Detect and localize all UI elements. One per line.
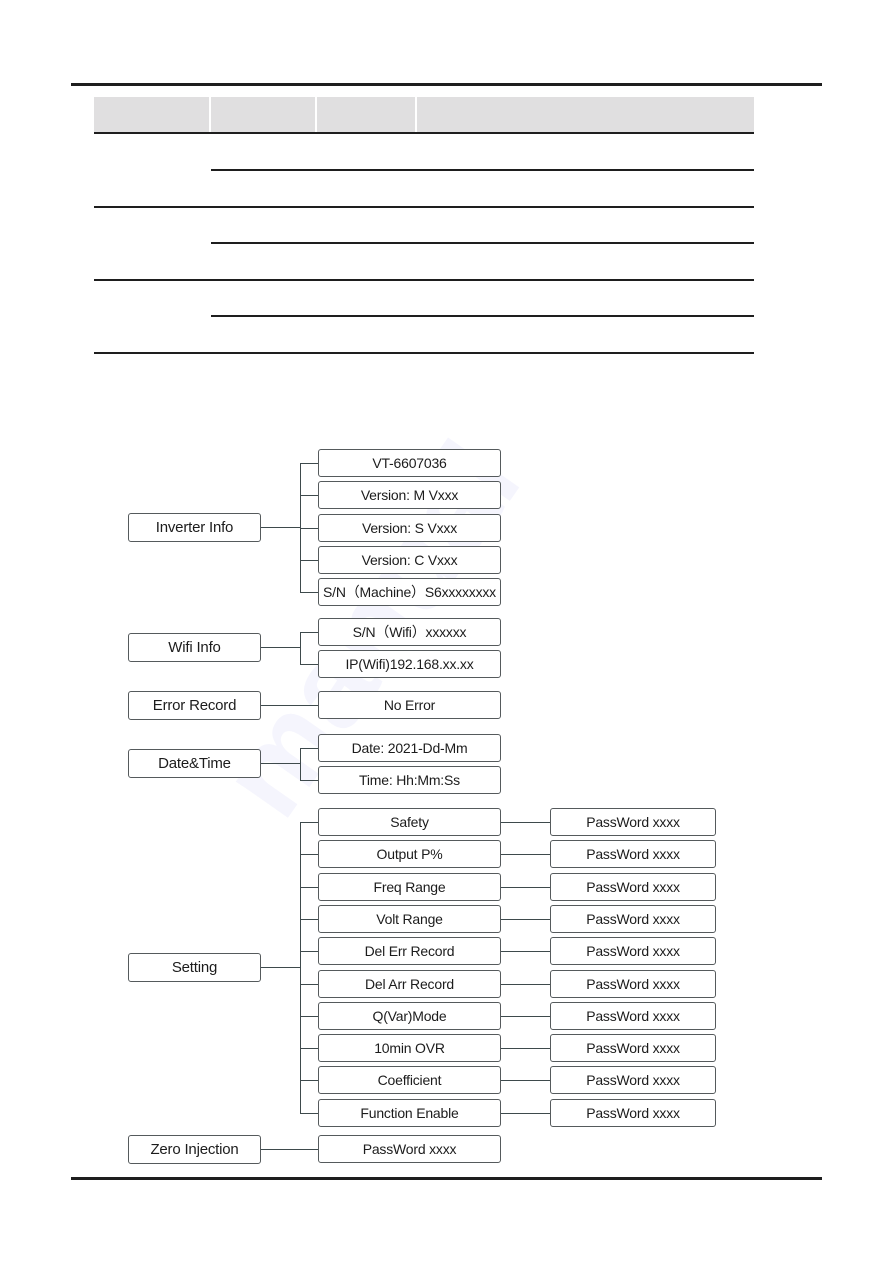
connector-line: [501, 1016, 550, 1017]
connector-line: [300, 780, 318, 781]
connector-line: [300, 1016, 318, 1017]
password-node[interactable]: PassWord xxxx: [550, 808, 716, 836]
connector-line: [501, 1080, 550, 1081]
connector-line: [261, 967, 300, 968]
connector-line: [261, 763, 300, 764]
connector-line: [261, 527, 300, 528]
table-row-divider: [94, 132, 754, 134]
connector-line: [300, 528, 318, 529]
password-node[interactable]: PassWord xxxx: [550, 905, 716, 933]
connector-line: [300, 951, 318, 952]
connector-line: [501, 951, 550, 952]
submenu-node[interactable]: IP(Wifi)192.168.xx.xx: [318, 650, 501, 678]
submenu-node[interactable]: PassWord xxxx: [318, 1135, 501, 1163]
submenu-node[interactable]: No Error: [318, 691, 501, 719]
menu-node-error-record[interactable]: Error Record: [128, 691, 261, 720]
connector-line: [300, 1113, 318, 1114]
connector-line: [261, 647, 300, 648]
connector-line: [501, 822, 550, 823]
connector-line: [300, 1048, 318, 1049]
submenu-node[interactable]: Q(Var)Mode: [318, 1002, 501, 1030]
connector-line: [300, 854, 318, 855]
connector-line: [300, 664, 318, 665]
password-node[interactable]: PassWord xxxx: [550, 873, 716, 901]
connector-line: [300, 919, 318, 920]
submenu-node[interactable]: VT-6607036: [318, 449, 501, 477]
connector-trunk: [300, 822, 301, 1113]
connector-line: [300, 560, 318, 561]
submenu-node[interactable]: S/N（Wifi）xxxxxx: [318, 618, 501, 646]
connector-line: [300, 748, 318, 749]
menu-node-setting[interactable]: Setting: [128, 953, 261, 982]
submenu-node[interactable]: Version: C Vxxx: [318, 546, 501, 574]
connector-line: [501, 1048, 550, 1049]
submenu-node[interactable]: Freq Range: [318, 873, 501, 901]
connector-line: [501, 1113, 550, 1114]
submenu-node[interactable]: Output P%: [318, 840, 501, 868]
connector-trunk: [300, 748, 301, 780]
connector-line: [501, 854, 550, 855]
table-row-divider: [94, 352, 754, 354]
submenu-node[interactable]: Version: M Vxxx: [318, 481, 501, 509]
table-row-divider: [211, 169, 754, 171]
submenu-node[interactable]: Del Arr Record: [318, 970, 501, 998]
connector-line: [300, 495, 318, 496]
submenu-node[interactable]: 10min OVR: [318, 1034, 501, 1062]
connector-line: [300, 822, 318, 823]
password-node[interactable]: PassWord xxxx: [550, 1066, 716, 1094]
menu-node-wifi-info[interactable]: Wifi Info: [128, 633, 261, 662]
submenu-node[interactable]: Version: S Vxxx: [318, 514, 501, 542]
password-node[interactable]: PassWord xxxx: [550, 1034, 716, 1062]
table-header-cell: [417, 97, 754, 133]
connector-line: [300, 1080, 318, 1081]
connector-line: [261, 705, 318, 706]
table-header-cell: [317, 97, 415, 133]
password-node[interactable]: PassWord xxxx: [550, 840, 716, 868]
table-row-divider: [211, 242, 754, 244]
connector-line: [300, 592, 318, 593]
connector-trunk: [300, 632, 301, 664]
password-node[interactable]: PassWord xxxx: [550, 1002, 716, 1030]
submenu-node[interactable]: S/N（Machine）S6xxxxxxxx: [318, 578, 501, 606]
table-row-divider: [94, 206, 754, 208]
password-node[interactable]: PassWord xxxx: [550, 937, 716, 965]
submenu-node[interactable]: Time: Hh:Mm:Ss: [318, 766, 501, 794]
connector-line: [300, 984, 318, 985]
menu-node-inverter-info[interactable]: Inverter Info: [128, 513, 261, 542]
table-row-divider: [94, 279, 754, 281]
connector-line: [300, 632, 318, 633]
submenu-node[interactable]: Volt Range: [318, 905, 501, 933]
footer-rule: [71, 1177, 822, 1180]
connector-line: [501, 887, 550, 888]
connector-line: [501, 919, 550, 920]
menu-node-date-time[interactable]: Date&Time: [128, 749, 261, 778]
menu-node-zero-injection[interactable]: Zero Injection: [128, 1135, 261, 1164]
connector-line: [501, 984, 550, 985]
table-header-cell: [94, 97, 209, 133]
submenu-node[interactable]: Del Err Record: [318, 937, 501, 965]
password-node[interactable]: PassWord xxxx: [550, 1099, 716, 1127]
submenu-node[interactable]: Function Enable: [318, 1099, 501, 1127]
connector-line: [300, 887, 318, 888]
password-node[interactable]: PassWord xxxx: [550, 970, 716, 998]
table-header-cell: [211, 97, 315, 133]
connector-line: [300, 463, 318, 464]
submenu-node[interactable]: Date: 2021-Dd-Mm: [318, 734, 501, 762]
submenu-node[interactable]: Coefficient: [318, 1066, 501, 1094]
table-row-divider: [211, 315, 754, 317]
header-rule: [71, 83, 822, 86]
connector-line: [261, 1149, 318, 1150]
submenu-node[interactable]: Safety: [318, 808, 501, 836]
